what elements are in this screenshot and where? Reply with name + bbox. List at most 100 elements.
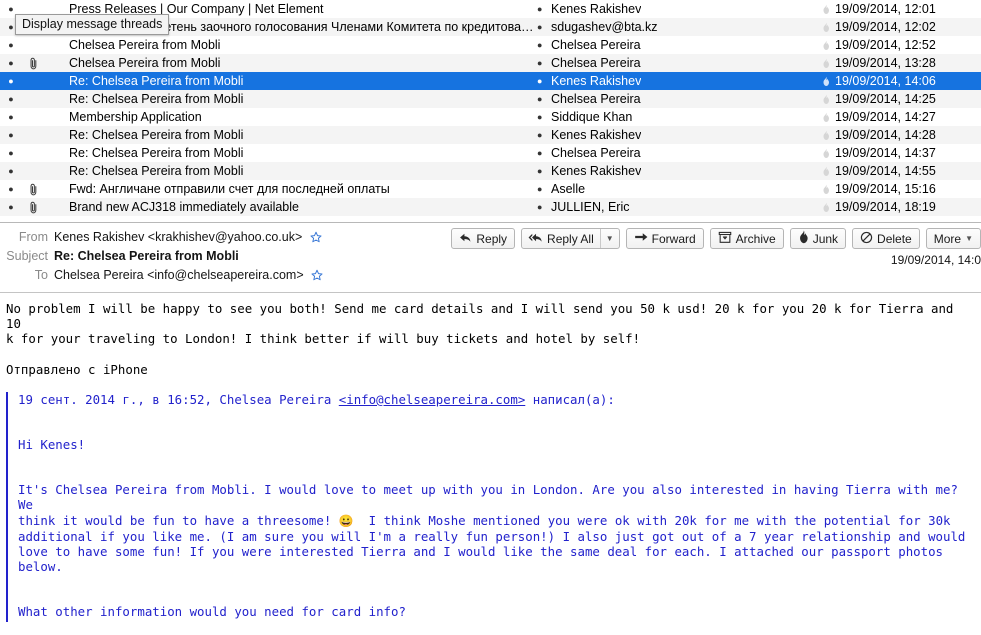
message-date-cell: 19/09/2014, 14:37 (817, 146, 981, 160)
flame-icon-status (817, 184, 835, 195)
attachment-icon (22, 183, 44, 196)
sender-name-text: Chelsea Pereira (551, 92, 641, 106)
message-sender: ●Siddique Khan (537, 110, 817, 124)
message-sender: ●Chelsea Pereira (537, 56, 817, 70)
message-date-text: 19/09/2014, 12:01 (835, 2, 936, 16)
flame-icon-junk (798, 230, 809, 247)
star-icon-to[interactable] (311, 269, 323, 284)
message-row[interactable]: ●Re: Chelsea Pereira from Mobli●Chelsea … (0, 144, 981, 162)
message-subject: Re: Chelsea Pereira from Mobli (44, 128, 537, 142)
sender-bullet: ● (537, 59, 551, 68)
flame-icon-status (817, 40, 835, 51)
forward-button[interactable]: Forward (626, 228, 704, 249)
sender-bullet: ● (537, 131, 551, 140)
sender-name-text: Kenes Rakishev (551, 74, 641, 88)
message-date-cell: 19/09/2014, 15:16 (817, 182, 981, 196)
to-value[interactable]: Chelsea Pereira <info@chelseapereira.com… (54, 268, 323, 284)
message-date-cell: 19/09/2014, 14:55 (817, 164, 981, 178)
message-date-text: 19/09/2014, 18:19 (835, 200, 936, 214)
message-sender: ●Kenes Rakishev (537, 128, 817, 142)
message-date-cell: 19/09/2014, 12:02 (817, 20, 981, 34)
delete-button[interactable]: Delete (852, 228, 920, 249)
quote-spacer-1b (18, 422, 975, 437)
message-row[interactable]: ●Chelsea Pereira from Mobli●Chelsea Pere… (0, 54, 981, 72)
star-icon-from[interactable] (310, 231, 322, 246)
reply-all-button[interactable]: Reply All (522, 229, 600, 248)
archive-box-icon (718, 231, 732, 247)
thread-marker: ● (0, 167, 22, 176)
reply-all-icon (528, 231, 543, 247)
message-row[interactable]: ●Brand new ACJ318 immediately available●… (0, 198, 981, 216)
message-date-cell: 19/09/2014, 14:06 (817, 74, 981, 88)
thread-marker: ● (0, 113, 22, 122)
sender-bullet: ● (537, 41, 551, 50)
message-date-cell: 19/09/2014, 13:28 (817, 56, 981, 70)
message-sender: ●Aselle (537, 182, 817, 196)
flame-icon-status (817, 4, 835, 15)
message-header-pane: From Kenes Rakishev <krakhishev@yahoo.co… (0, 223, 981, 293)
archive-button[interactable]: Archive (710, 228, 784, 249)
junk-button[interactable]: Junk (790, 228, 846, 249)
message-date-text: 19/09/2014, 14:37 (835, 146, 936, 160)
message-sender: ●Kenes Rakishev (537, 2, 817, 16)
message-row[interactable]: ●Chelsea Pereira from Mobli●Chelsea Pere… (0, 36, 981, 54)
archive-label: Archive (736, 232, 776, 246)
subject-value: Re: Chelsea Pereira from Mobli (54, 249, 239, 263)
message-date-cell: 19/09/2014, 14:25 (817, 92, 981, 106)
sender-bullet: ● (537, 77, 551, 86)
message-list[interactable]: ●Press Releases | Our Company | Net Elem… (0, 0, 981, 223)
quote-paragraph-2: What other information would you need fo… (18, 604, 975, 619)
reply-button[interactable]: Reply (451, 228, 515, 249)
message-subject: Re: Chelsea Pereira from Mobli (44, 92, 537, 106)
mail-client-window: ●Press Releases | Our Company | Net Elem… (0, 0, 981, 635)
message-subject: Brand new ACJ318 immediately available (44, 200, 537, 214)
body-spacer-2 (6, 377, 975, 392)
quote-spacer-3b (18, 589, 975, 604)
message-sender: ●Chelsea Pereira (537, 38, 817, 52)
sender-name-text: JULLIEN, Eric (551, 200, 630, 214)
more-button[interactable]: More ▼ (926, 228, 981, 249)
to-address-text: Chelsea Pereira <info@chelseapereira.com… (54, 268, 304, 282)
to-label: To (0, 268, 54, 282)
message-row[interactable]: ●Fwd: Англичане отправили счет для после… (0, 180, 981, 198)
message-date-cell: 19/09/2014, 18:19 (817, 200, 981, 214)
body-signature: Отправлено c iPhone (6, 362, 975, 377)
message-sender: ●Chelsea Pereira (537, 146, 817, 160)
message-body-pane: No problem I will be happy to see you bo… (0, 293, 981, 635)
reply-icon (459, 231, 472, 247)
forward-arrow-icon (634, 231, 648, 246)
quote-spacer-3 (18, 574, 975, 589)
quote-sender-email-link[interactable]: <info@chelseapereira.com> (339, 392, 526, 407)
message-row[interactable]: ●Membership Application●Siddique Khan19/… (0, 108, 981, 126)
flame-icon-status (817, 22, 835, 33)
thread-marker: ● (0, 5, 22, 14)
reply-all-dropdown-arrow[interactable]: ▼ (600, 229, 619, 248)
delete-label: Delete (877, 232, 912, 246)
sender-name-text: Chelsea Pereira (551, 56, 641, 70)
message-row[interactable]: ●Re: Chelsea Pereira from Mobli●Chelsea … (0, 90, 981, 108)
thread-marker: ● (0, 203, 22, 212)
thread-marker: ● (0, 185, 22, 194)
from-value[interactable]: Kenes Rakishev <krakhishev@yahoo.co.uk> (54, 230, 322, 246)
sender-name-text: Chelsea Pereira (551, 38, 641, 52)
message-row[interactable]: ●Re: Chelsea Pereira from Mobli●Kenes Ra… (0, 72, 981, 90)
sender-name-text: Chelsea Pereira (551, 146, 641, 160)
quote-spacer-2b (18, 467, 975, 482)
smiley-face-icon: 😀 (339, 514, 354, 528)
message-toolbar: Reply Reply All ▼ (451, 228, 981, 249)
thread-marker: ● (0, 77, 22, 86)
body-spacer-1 (6, 347, 975, 362)
flame-icon-status (817, 166, 835, 177)
thread-marker: ● (0, 131, 22, 140)
flame-icon-status (817, 58, 835, 69)
message-date-text: 19/09/2014, 15:16 (835, 182, 936, 196)
sender-bullet: ● (537, 95, 551, 104)
flame-icon-status (817, 94, 835, 105)
message-subject: Chelsea Pereira from Mobli (44, 56, 537, 70)
message-row[interactable]: ●Re: Chelsea Pereira from Mobli●Kenes Ra… (0, 126, 981, 144)
message-sender: ●Kenes Rakishev (537, 74, 817, 88)
sender-name-text: Kenes Rakishev (551, 2, 641, 16)
quote-spacer-2 (18, 452, 975, 467)
reply-all-split-button[interactable]: Reply All ▼ (521, 228, 620, 249)
message-row[interactable]: ●Re: Chelsea Pereira from Mobli●Kenes Ra… (0, 162, 981, 180)
